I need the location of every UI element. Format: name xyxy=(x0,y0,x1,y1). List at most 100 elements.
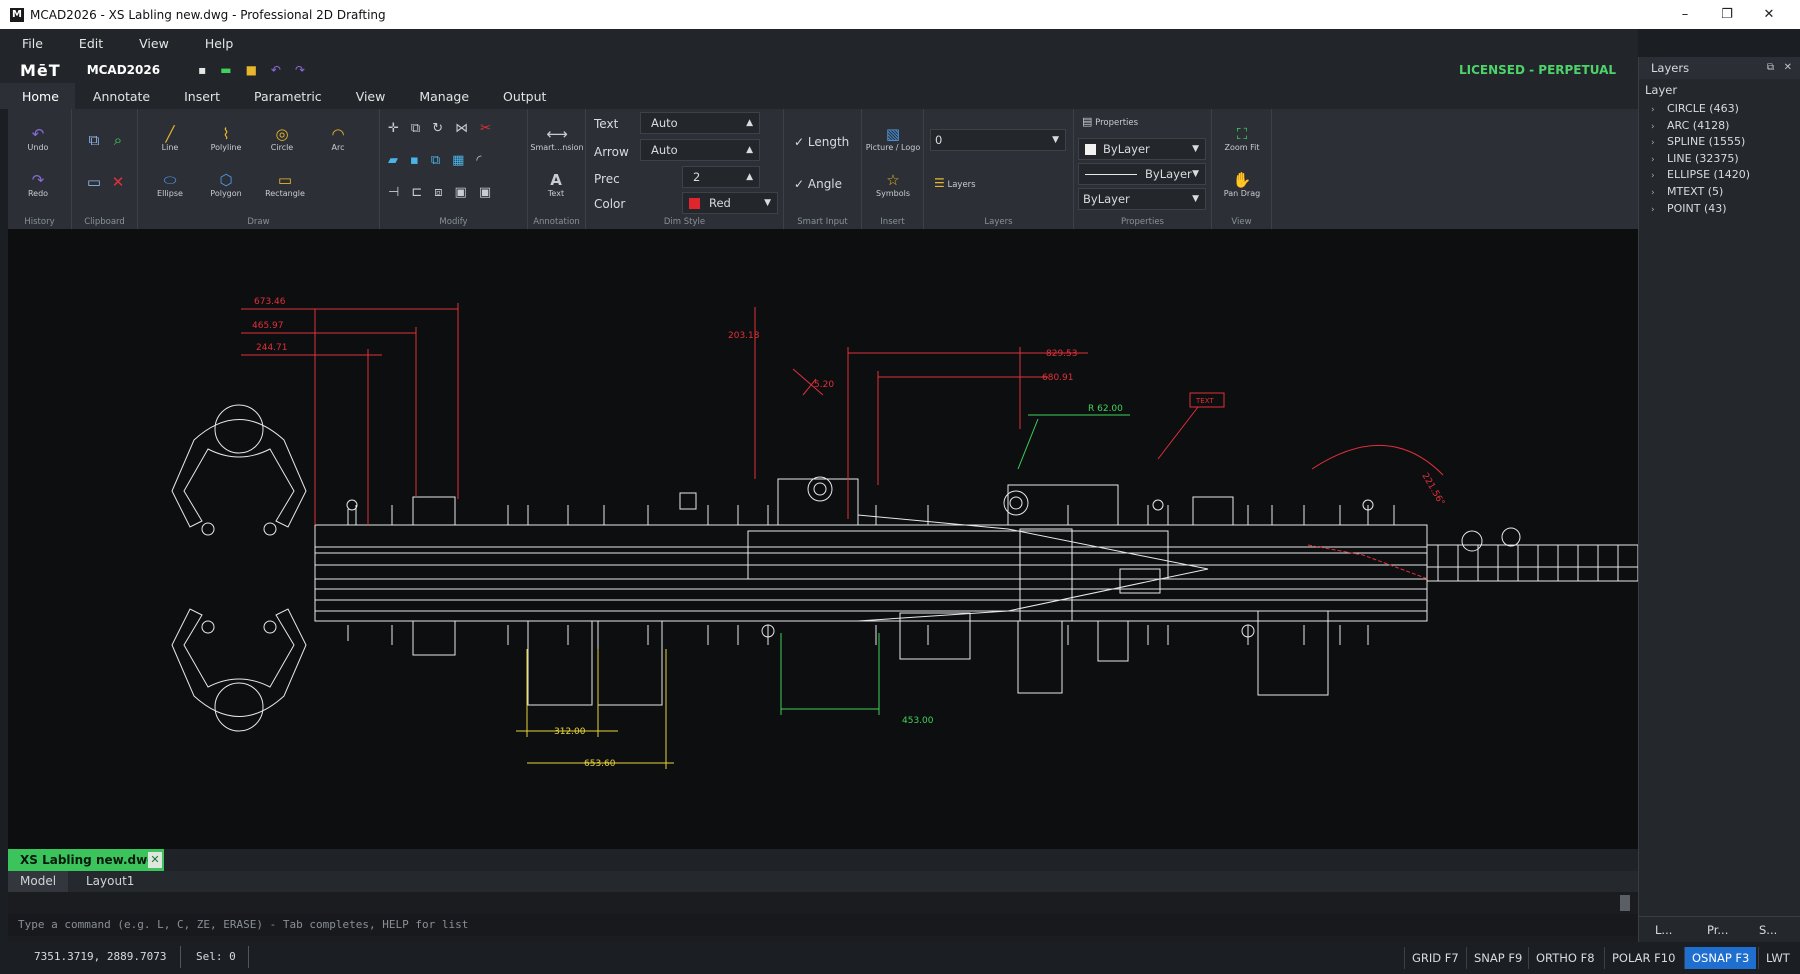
menu-file[interactable]: File xyxy=(0,36,57,51)
redo-button[interactable]: ↷ Redo xyxy=(18,171,58,198)
dim-prec-field[interactable]: 2 ▲ xyxy=(682,166,760,188)
close-window-button[interactable]: ✕ xyxy=(1746,0,1792,29)
tab-output[interactable]: Output xyxy=(485,83,562,109)
divider xyxy=(248,946,249,968)
find-button[interactable]: ⌕ xyxy=(110,131,126,149)
ribbon-panel: ↶ Undo ↷ Redo History ⧉ ⌕ ▭ ✕ Clipboard ╱ L… xyxy=(8,109,1638,229)
picture-logo-button[interactable]: ▧ Picture / Logo xyxy=(864,125,922,152)
redo-icon[interactable]: ↷ xyxy=(295,63,305,77)
close-panel-icon[interactable]: ✕ xyxy=(1784,57,1792,79)
offset-icon: ▪ xyxy=(410,153,431,168)
chevron-down-icon: ▼ xyxy=(1052,135,1059,145)
paste-button[interactable]: ▭ xyxy=(86,173,102,191)
tab-annotate[interactable]: Annotate xyxy=(75,83,166,109)
layer-item-arc[interactable]: › ARC (4128) xyxy=(1639,118,1800,135)
modify-row-2[interactable]: ▰▪⧉▦◜ xyxy=(388,153,506,168)
quick-access-toolbar: MēT MCAD2026 ▪ ▬ ■ ↶ ↷ LICENSED - PERPET… xyxy=(0,57,1638,83)
array-icon: ▦ xyxy=(452,153,477,168)
layer-item-point[interactable]: › POINT (43) xyxy=(1639,201,1800,218)
linetype-select[interactable]: ByLayer ▼ xyxy=(1078,163,1206,185)
tab-view[interactable]: View xyxy=(338,83,402,109)
snap-toggle[interactable]: SNAP F9 xyxy=(1466,947,1529,969)
float-panel-icon[interactable]: ⧉ xyxy=(1767,57,1774,79)
dim-text-field[interactable]: Auto ▲ xyxy=(640,112,760,134)
dim-color-field[interactable]: Red ▼ xyxy=(682,192,778,214)
layers-button[interactable]: ☰ Layers xyxy=(934,176,984,190)
ortho-toggle[interactable]: ORTHO F8 xyxy=(1528,947,1602,969)
document-tab-bar: XS Labling new.dwg ✕ xyxy=(8,849,1638,871)
dim-arrow-field[interactable]: Auto ▲ xyxy=(640,139,760,161)
osnap-toggle[interactable]: OSNAP F3 xyxy=(1684,947,1757,969)
undo-icon[interactable]: ↶ xyxy=(271,63,281,77)
ellipse-button[interactable]: ⬭ Ellipse xyxy=(148,171,192,198)
dim-label: 312.00 xyxy=(554,727,586,737)
pan-drag-button[interactable]: ✋ Pan Drag xyxy=(1216,171,1268,198)
layer-item-mtext[interactable]: › MTEXT (5) xyxy=(1639,184,1800,201)
zoom-fit-icon: ⛶ xyxy=(1236,125,1248,143)
layer-item-line[interactable]: › LINE (32375) xyxy=(1639,151,1800,168)
line-button[interactable]: ╱ Line xyxy=(148,125,192,152)
current-layer-select[interactable]: 0 ▼ xyxy=(930,129,1066,151)
length-toggle[interactable]: ✓ Length xyxy=(794,135,849,149)
layer-item-spline[interactable]: › SPLINE (1555) xyxy=(1639,134,1800,151)
delete-button[interactable]: ✕ xyxy=(110,173,126,191)
polar-toggle[interactable]: POLAR F10 xyxy=(1604,947,1682,969)
search-icon: ⌕ xyxy=(113,131,123,149)
tab-layers[interactable]: L... xyxy=(1655,923,1672,937)
modify-row-3[interactable]: ⊣⊏⧈▣▣ xyxy=(388,185,506,200)
layer-item-circle[interactable]: › CIRCLE (463) xyxy=(1639,101,1800,118)
symbols-button[interactable]: ☆ Symbols xyxy=(870,171,916,198)
close-tab-icon[interactable]: ✕ xyxy=(148,852,162,868)
zoom-fit-button[interactable]: ⛶ Zoom Fit xyxy=(1216,125,1268,152)
lineweight-select[interactable]: ByLayer ▼ xyxy=(1078,188,1206,210)
tab-properties[interactable]: Pr... xyxy=(1707,923,1728,937)
chevron-right-icon: › xyxy=(1651,121,1655,132)
arc-button[interactable]: ◠ Arc xyxy=(316,125,360,152)
copy-button[interactable]: ⧉ xyxy=(86,131,102,149)
clipboard-group: ⧉ ⌕ ▭ ✕ Clipboard xyxy=(72,109,138,229)
chevron-right-icon: › xyxy=(1651,171,1655,182)
command-history-scrollbar[interactable] xyxy=(1620,895,1630,911)
menu-view[interactable]: View xyxy=(117,36,183,51)
smart-dimension-button[interactable]: ⟷ Smart...nsion xyxy=(530,125,584,152)
modify-row-1[interactable]: ✛⧉↻⋈✂ xyxy=(388,121,506,136)
polyline-button[interactable]: ⌇ Polyline xyxy=(204,125,248,152)
save-icon[interactable]: ■ xyxy=(246,63,257,77)
dim-label: 244.71 xyxy=(256,343,288,353)
tab-home[interactable]: Home xyxy=(0,83,75,109)
color-select[interactable]: ByLayer ▼ xyxy=(1078,138,1206,160)
menu-help[interactable]: Help xyxy=(183,36,248,51)
tab-layout1[interactable]: Layout1 xyxy=(86,874,134,888)
text-tag: TEXT xyxy=(1195,397,1214,405)
layer-item-ellipse[interactable]: › ELLIPSE (1420) xyxy=(1639,167,1800,184)
open-icon[interactable]: ▬ xyxy=(220,63,231,77)
drawing-canvas[interactable]: 673.46 465.97 244.71 203.18 829.53 680.9… xyxy=(8,229,1638,849)
menu-edit[interactable]: Edit xyxy=(57,36,117,51)
document-tab[interactable]: XS Labling new.dwg ✕ xyxy=(8,849,164,871)
drawing-svg[interactable]: 673.46 465.97 244.71 203.18 829.53 680.9… xyxy=(8,229,1638,849)
new-icon[interactable]: ▪ xyxy=(198,63,206,77)
lwt-toggle[interactable]: LWT xyxy=(1758,947,1797,969)
grid-toggle[interactable]: GRID F7 xyxy=(1404,947,1466,969)
polygon-button[interactable]: ⬡ Polygon xyxy=(204,171,248,198)
circle-button[interactable]: ◎ Circle xyxy=(260,125,304,152)
undo-button[interactable]: ↶ Undo xyxy=(18,125,58,152)
text-button[interactable]: A Text xyxy=(536,171,576,198)
insert-group: ▧ Picture / Logo ☆ Symbols Insert xyxy=(862,109,924,229)
tab-insert[interactable]: Insert xyxy=(166,83,236,109)
tab-styles[interactable]: S... xyxy=(1759,923,1777,937)
maximize-button[interactable]: ❐ xyxy=(1704,0,1750,29)
conveyor-frame xyxy=(314,476,1638,706)
tab-model[interactable]: Model xyxy=(8,871,69,892)
command-input[interactable]: Type a command (e.g. L, C, ZE, ERASE) - … xyxy=(8,914,1638,936)
scale-icon: ⧉ xyxy=(430,153,453,168)
properties-button[interactable]: ▤ Properties xyxy=(1082,115,1162,128)
tab-parametric[interactable]: Parametric xyxy=(236,83,338,109)
dim-arrow-label: Arrow xyxy=(594,145,629,159)
tab-manage[interactable]: Manage xyxy=(401,83,485,109)
polyline-icon: ⌇ xyxy=(222,125,230,143)
angle-toggle[interactable]: ✓ Angle xyxy=(794,177,842,191)
rectangle-button[interactable]: ▭ Rectangle xyxy=(260,171,310,198)
minimize-button[interactable]: – xyxy=(1662,0,1708,29)
rotate-icon: ↻ xyxy=(432,121,456,136)
